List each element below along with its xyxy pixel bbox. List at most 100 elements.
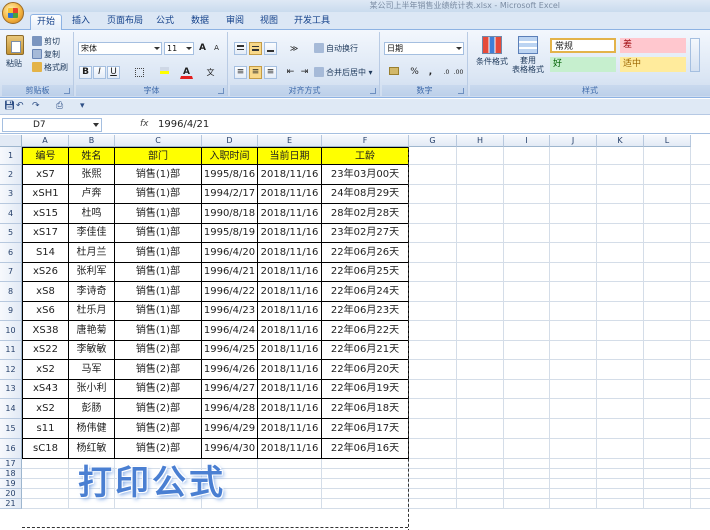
redo-icon[interactable]: ↷ xyxy=(32,101,40,111)
table-cell[interactable]: 1996/4/29 xyxy=(202,419,258,439)
table-cell[interactable]: 1996/4/27 xyxy=(202,380,258,399)
table-cell[interactable]: xS43 xyxy=(22,380,69,399)
style-good[interactable]: 好 xyxy=(550,57,616,72)
table-cell[interactable]: 2018/11/16 xyxy=(258,185,322,204)
decrease-decimal-button[interactable]: .00 xyxy=(452,66,465,79)
table-cell[interactable]: 2018/11/16 xyxy=(258,282,322,302)
table-cell[interactable]: 销售(1)部 xyxy=(115,224,202,243)
table-cell[interactable]: xS2 xyxy=(22,360,69,380)
table-cell[interactable]: 1996/4/20 xyxy=(202,243,258,263)
table-cell[interactable]: 销售(2)部 xyxy=(115,419,202,439)
table-cell[interactable]: 卢奔 xyxy=(69,185,115,204)
bold-button[interactable]: B xyxy=(79,66,92,79)
row-header-2[interactable]: 2 xyxy=(0,165,22,185)
number-format-select[interactable]: 日期 xyxy=(384,42,464,55)
number-launcher-icon[interactable] xyxy=(458,88,464,94)
format-as-table-button[interactable]: 套用 表格格式 xyxy=(510,36,546,76)
font-name-select[interactable]: 宋体 xyxy=(78,42,162,55)
table-cell[interactable]: 销售(1)部 xyxy=(115,263,202,282)
table-cell[interactable]: 22年06月17天 xyxy=(322,419,409,439)
underline-button[interactable]: U xyxy=(107,66,120,79)
row-header-8[interactable]: 8 xyxy=(0,282,22,302)
table-cell[interactable]: 1994/2/17 xyxy=(202,185,258,204)
align-bottom-button[interactable] xyxy=(264,42,277,55)
table-cell[interactable]: 彭肠 xyxy=(69,399,115,419)
table-cell[interactable]: 28年02月28天 xyxy=(322,204,409,224)
table-cell[interactable]: xS6 xyxy=(22,302,69,321)
table-cell[interactable]: 李诗奇 xyxy=(69,282,115,302)
row-header-21[interactable]: 21 xyxy=(0,499,22,509)
table-cell[interactable]: XS38 xyxy=(22,321,69,341)
table-cell[interactable]: 1996/4/23 xyxy=(202,302,258,321)
table-cell[interactable]: 杜月兰 xyxy=(69,243,115,263)
row-header-10[interactable]: 10 xyxy=(0,321,22,341)
column-header-a[interactable]: A xyxy=(22,135,69,147)
table-cell[interactable]: 李佳佳 xyxy=(69,224,115,243)
save-icon[interactable]: 💾︎ xyxy=(4,101,15,111)
tab-data[interactable]: 数据 xyxy=(185,14,215,30)
decrease-indent-button[interactable]: ⇤ xyxy=(284,66,297,79)
table-cell[interactable]: xS22 xyxy=(22,341,69,360)
tab-developer[interactable]: 开发工具 xyxy=(288,14,336,30)
table-cell[interactable]: 2018/11/16 xyxy=(258,439,322,459)
paste-button[interactable]: 粘贴 xyxy=(6,35,26,75)
style-normal[interactable]: 常规 xyxy=(550,38,616,53)
table-cell[interactable]: 销售(1)部 xyxy=(115,282,202,302)
table-cell[interactable]: 销售(2)部 xyxy=(115,341,202,360)
fill-color-button[interactable] xyxy=(158,66,171,79)
table-cell[interactable]: 2018/11/16 xyxy=(258,321,322,341)
table-cell[interactable]: 2018/11/16 xyxy=(258,224,322,243)
table-cell[interactable]: 2018/11/16 xyxy=(258,399,322,419)
customize-toolbar-icon[interactable]: ▾ xyxy=(80,101,85,111)
tab-page-layout[interactable]: 页面布局 xyxy=(101,14,149,30)
tab-home[interactable]: 开始 xyxy=(30,14,63,30)
table-cell[interactable]: 杜鸣 xyxy=(69,204,115,224)
row-header-3[interactable]: 3 xyxy=(0,185,22,204)
table-header-cell[interactable]: 姓名 xyxy=(69,147,115,165)
table-cell[interactable]: 1995/8/16 xyxy=(202,165,258,185)
column-header-g[interactable]: G xyxy=(409,135,457,147)
table-cell[interactable]: 杜乐月 xyxy=(69,302,115,321)
table-cell[interactable]: 22年06月21天 xyxy=(322,341,409,360)
column-header-k[interactable]: K xyxy=(597,135,644,147)
table-cell[interactable]: xS26 xyxy=(22,263,69,282)
table-cell[interactable]: 李敏敏 xyxy=(69,341,115,360)
table-cell[interactable]: 22年06月16天 xyxy=(322,439,409,459)
tab-formulas[interactable]: 公式 xyxy=(150,14,180,30)
row-header-7[interactable]: 7 xyxy=(0,263,22,282)
row-header-17[interactable]: 17 xyxy=(0,459,22,469)
column-header-d[interactable]: D xyxy=(202,135,258,147)
select-all-corner[interactable] xyxy=(0,135,22,147)
table-cell[interactable]: 销售(1)部 xyxy=(115,321,202,341)
font-launcher-icon[interactable] xyxy=(218,88,224,94)
format-painter-button[interactable]: 格式刷 xyxy=(32,62,68,73)
cut-button[interactable]: 剪切 xyxy=(32,36,60,47)
row-header-13[interactable]: 13 xyxy=(0,380,22,399)
table-cell[interactable]: 2018/11/16 xyxy=(258,263,322,282)
table-cell[interactable]: 张熙 xyxy=(69,165,115,185)
table-cell[interactable]: 1996/4/24 xyxy=(202,321,258,341)
table-cell[interactable]: 2018/11/16 xyxy=(258,243,322,263)
table-cell[interactable]: 唐艳菊 xyxy=(69,321,115,341)
percent-button[interactable]: % xyxy=(408,66,421,79)
column-header-l[interactable]: L xyxy=(644,135,691,147)
worksheet-grid[interactable]: ABCDEFGHIJKL 1 2 3 4 5 6 7 8 9 10 11 12 13 14 15 16 17 18… xyxy=(0,135,710,530)
table-cell[interactable]: 23年03月00天 xyxy=(322,165,409,185)
row-header-5[interactable]: 5 xyxy=(0,224,22,243)
table-header-cell[interactable]: 当前日期 xyxy=(258,147,322,165)
insert-function-icon[interactable]: fx xyxy=(140,119,149,129)
table-cell[interactable]: 22年06月22天 xyxy=(322,321,409,341)
column-header-i[interactable]: I xyxy=(504,135,550,147)
table-cell[interactable]: 22年06月26天 xyxy=(322,243,409,263)
table-cell[interactable]: 销售(1)部 xyxy=(115,204,202,224)
table-cell[interactable]: xSH1 xyxy=(22,185,69,204)
font-color-button[interactable]: A xyxy=(180,66,193,79)
table-cell[interactable]: 2018/11/16 xyxy=(258,341,322,360)
column-header-c[interactable]: C xyxy=(115,135,202,147)
table-cell[interactable]: s11 xyxy=(22,419,69,439)
merge-center-button[interactable]: 合并后居中 ▾ xyxy=(314,67,373,78)
table-cell[interactable]: 22年06月18天 xyxy=(322,399,409,419)
table-cell[interactable]: 杨伟健 xyxy=(69,419,115,439)
table-cell[interactable]: 1995/8/19 xyxy=(202,224,258,243)
shrink-font-button[interactable]: A xyxy=(210,42,223,55)
